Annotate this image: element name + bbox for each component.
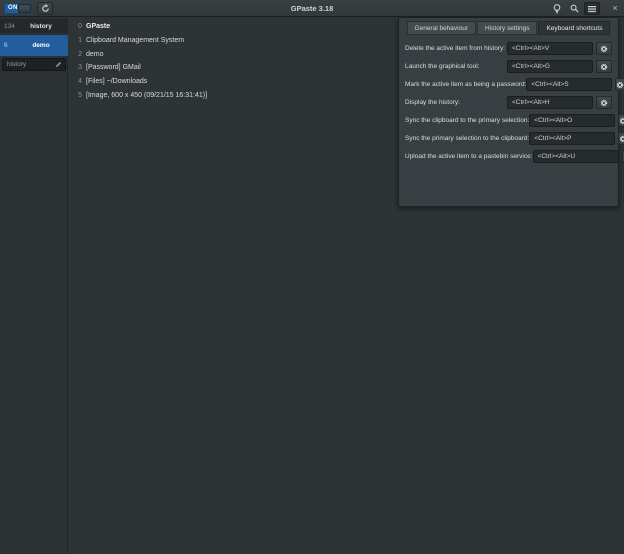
shortcut-label: Sync the clipboard to the primary select… [405, 117, 529, 124]
shortcut-label: Upload the active item to a pastebin ser… [405, 153, 533, 160]
shortcut-label: Delete the active item from history: [405, 45, 507, 52]
shortcut-input[interactable] [529, 114, 615, 127]
switch-handle[interactable] [18, 4, 31, 13]
search-button[interactable] [567, 2, 581, 15]
settings-panel: General behaviour History settings Keybo… [398, 17, 619, 207]
header-bar: ON GPaste 3.18 [0, 0, 624, 17]
shortcut-label: Sync the primary selection to the clipbo… [405, 135, 529, 142]
item-text: Clipboard Management System [86, 37, 184, 44]
item-text: demo [86, 51, 104, 58]
new-history-input[interactable] [3, 61, 55, 68]
close-icon: × [612, 4, 617, 13]
new-history-entry[interactable] [2, 58, 66, 71]
item-text: [Password] GMail [86, 64, 141, 71]
shortcut-row: Launch the graphical tool: [405, 60, 612, 73]
item-index: 2 [76, 51, 82, 58]
settings-tabs: General behaviour History settings Keybo… [399, 21, 618, 35]
gear-icon [600, 45, 608, 53]
gear-icon [619, 135, 624, 143]
gear-icon [616, 81, 624, 89]
item-text: [Image, 600 x 450 (09/21/15 16:31:41)] [86, 92, 207, 99]
item-text: [Files] ~/Downloads [86, 78, 147, 85]
refresh-icon [41, 4, 50, 13]
gear-icon [600, 99, 608, 107]
shortcut-row: Upload the active item to a pastebin ser… [405, 150, 612, 163]
menu-button[interactable] [584, 2, 600, 15]
history-name: demo [18, 42, 68, 49]
shortcut-input[interactable] [507, 60, 593, 73]
shortcut-label: Launch the graphical tool: [405, 63, 507, 70]
shortcut-input[interactable] [533, 150, 619, 163]
gear-icon [619, 117, 624, 125]
edit-icon[interactable] [55, 61, 62, 68]
about-button[interactable] [550, 2, 564, 15]
shortcut-settings-button[interactable] [596, 60, 612, 73]
history-count: 6 [0, 42, 18, 49]
search-icon [570, 4, 579, 13]
item-index: 3 [76, 64, 82, 71]
history-name: history [18, 23, 68, 30]
shortcut-input[interactable] [526, 78, 612, 91]
item-index: 4 [76, 78, 82, 85]
window-title: GPaste 3.18 [0, 0, 624, 17]
item-index: 5 [76, 92, 82, 99]
refresh-button[interactable] [37, 2, 53, 15]
shortcut-row: Sync the primary selection to the clipbo… [405, 132, 612, 145]
gear-icon [600, 63, 608, 71]
lightbulb-icon [553, 4, 561, 14]
menu-icon [588, 5, 596, 13]
shortcut-settings-button[interactable] [618, 132, 624, 145]
close-window-button[interactable]: × [609, 2, 621, 15]
tab-keyboard-shortcuts[interactable]: Keyboard shortcuts [538, 21, 610, 35]
shortcut-settings-button[interactable] [596, 96, 612, 109]
history-sidebar: 134 history 6 demo [0, 17, 68, 554]
shortcut-label: Display the history: [405, 99, 507, 106]
shortcut-settings-button[interactable] [596, 42, 612, 55]
shortcut-input[interactable] [529, 132, 615, 145]
shortcut-row: Sync the clipboard to the primary select… [405, 114, 612, 127]
shortcut-row: Mark the active item as being a password… [405, 78, 612, 91]
tab-history-settings[interactable]: History settings [477, 21, 537, 35]
sidebar-item-history[interactable]: 134 history [0, 19, 68, 33]
item-text: GPaste [86, 23, 110, 30]
item-index: 0 [76, 23, 82, 30]
shortcut-input[interactable] [507, 96, 593, 109]
shortcut-label: Mark the active item as being a password… [405, 81, 526, 88]
keyboard-shortcuts-list: Delete the active item from history: Lau… [399, 42, 618, 163]
shortcut-settings-button[interactable] [615, 78, 624, 91]
gpaste-on-switch[interactable]: ON [4, 3, 32, 14]
switch-on-label: ON [8, 5, 18, 11]
sidebar-item-demo[interactable]: 6 demo [0, 35, 68, 56]
header-actions: × [550, 2, 621, 15]
shortcut-row: Display the history: [405, 96, 612, 109]
tab-general-behaviour[interactable]: General behaviour [407, 21, 476, 35]
shortcut-input[interactable] [507, 42, 593, 55]
shortcut-settings-button[interactable] [618, 114, 624, 127]
shortcut-row: Delete the active item from history: [405, 42, 612, 55]
item-index: 1 [76, 37, 82, 44]
history-count: 134 [0, 23, 18, 30]
